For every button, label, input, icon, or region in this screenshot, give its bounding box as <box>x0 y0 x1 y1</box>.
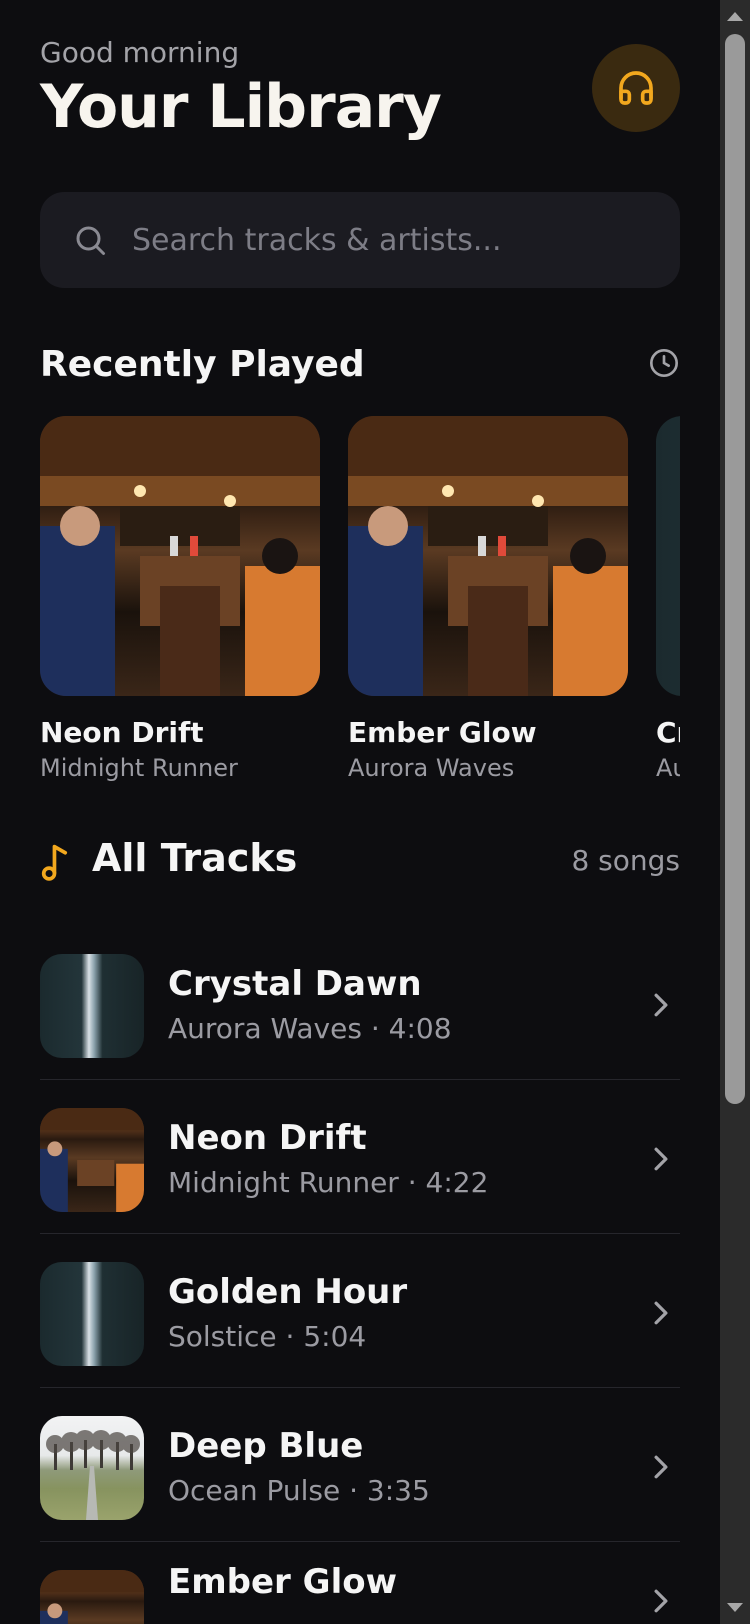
chevron-right-icon[interactable] <box>650 1146 672 1172</box>
album-artist: Au <box>656 754 680 782</box>
scrollbar-thumb[interactable] <box>725 34 745 1104</box>
track-meta: Midnight Runner · 4:22 <box>168 1166 489 1199</box>
album-title: Ember Glow <box>348 716 537 749</box>
recently-played-title: Recently Played <box>40 344 365 385</box>
album-artist: Midnight Runner <box>40 754 238 782</box>
all-tracks-title: All Tracks <box>92 836 298 880</box>
greeting-text: Good morning <box>40 36 240 69</box>
all-tracks-header: All Tracks 8 songs <box>40 836 680 886</box>
track-meta: Aurora Waves · 4:08 <box>168 1012 452 1045</box>
search-bar[interactable] <box>40 192 680 288</box>
track-meta: Solstice · 5:04 <box>168 1320 367 1353</box>
album-art <box>656 416 680 696</box>
track-title: Neon Drift <box>168 1118 367 1158</box>
track-art <box>40 1570 144 1624</box>
library-screen: Good morning Your Library Recently Playe… <box>0 0 750 1624</box>
chevron-right-icon[interactable] <box>650 1300 672 1326</box>
track-row[interactable]: Ember Glow <box>40 1542 680 1624</box>
search-input[interactable] <box>132 216 652 264</box>
track-title: Deep Blue <box>168 1426 364 1466</box>
track-row[interactable]: Crystal Dawn Aurora Waves · 4:08 <box>40 926 680 1080</box>
track-art <box>40 1108 144 1212</box>
chevron-right-icon[interactable] <box>650 1588 672 1614</box>
scrollbar[interactable] <box>720 0 750 1624</box>
headphones-icon <box>619 71 653 105</box>
chevron-right-icon[interactable] <box>650 1454 672 1480</box>
song-count: 8 songs <box>571 844 680 877</box>
track-title: Crystal Dawn <box>168 964 422 1004</box>
album-art <box>40 416 320 696</box>
headphones-button[interactable] <box>592 44 680 132</box>
track-row[interactable]: Neon Drift Midnight Runner · 4:22 <box>40 1080 680 1234</box>
album-card[interactable]: Ember Glow Aurora Waves <box>348 416 628 782</box>
track-row[interactable]: Deep Blue Ocean Pulse · 3:35 <box>40 1388 680 1542</box>
scroll-up-arrow-icon[interactable] <box>727 12 743 21</box>
track-art <box>40 1262 144 1366</box>
music-note-icon <box>41 844 68 881</box>
album-artist: Aurora Waves <box>348 754 515 782</box>
recently-played-carousel[interactable]: Neon Drift Midnight Runner Ember Glow Au… <box>40 416 680 786</box>
search-icon <box>76 226 105 255</box>
track-art <box>40 1416 144 1520</box>
album-title: Neon Drift <box>40 716 204 749</box>
chevron-right-icon[interactable] <box>650 992 672 1018</box>
scroll-down-arrow-icon[interactable] <box>727 1603 743 1612</box>
track-meta: Ocean Pulse · 3:35 <box>168 1474 430 1507</box>
track-title: Ember Glow <box>168 1562 397 1602</box>
track-title: Golden Hour <box>168 1272 408 1312</box>
album-title: Cr <box>656 716 680 749</box>
album-card[interactable]: Cr Au <box>656 416 680 782</box>
album-art <box>348 416 628 696</box>
track-row[interactable]: Golden Hour Solstice · 5:04 <box>40 1234 680 1388</box>
clock-icon[interactable] <box>648 347 680 379</box>
track-art <box>40 954 144 1058</box>
page-title: Your Library <box>40 72 442 142</box>
album-card[interactable]: Neon Drift Midnight Runner <box>40 416 320 782</box>
